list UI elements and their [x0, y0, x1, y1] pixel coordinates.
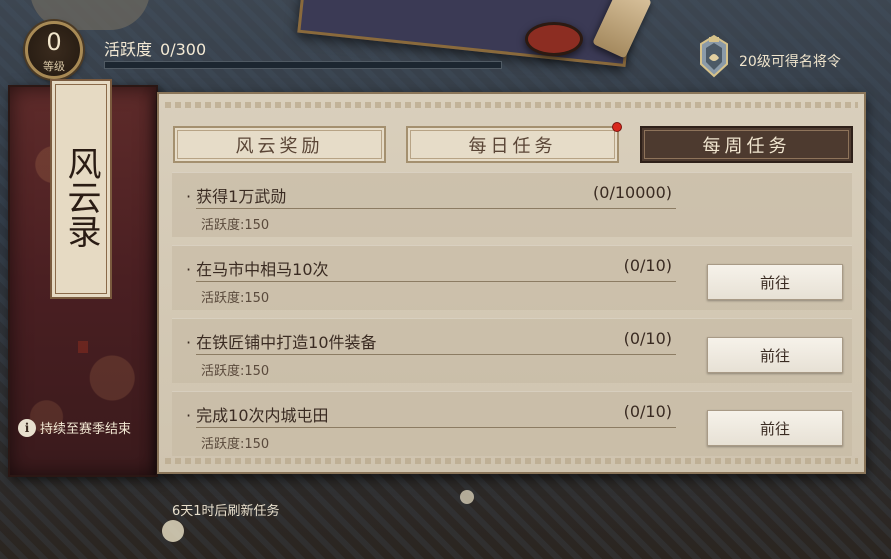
task-progress: (0/10000) [593, 183, 672, 202]
task-progress: (0/10) [623, 329, 672, 348]
season-info: i 持续至赛季结束 [18, 418, 131, 437]
tab-label: 风云奖励 [235, 135, 324, 157]
tab-daily-tasks[interactable]: 每日任务 [406, 122, 622, 163]
player-level-label: 等级 [43, 60, 65, 73]
notification-dot-icon [612, 122, 622, 132]
task-name: · 完成10次内城屯田 [186, 406, 329, 425]
go-button[interactable]: 前往 [707, 410, 843, 446]
task-divider [196, 427, 676, 428]
task-name: · 获得1万武勋 [186, 187, 287, 206]
activity-progress-bar [104, 61, 502, 69]
tab-label: 每周任务 [702, 135, 791, 157]
task-progress: (0/10) [623, 256, 672, 275]
refresh-timer: 6天1时后刷新任务 [172, 504, 280, 519]
task-row: · 在铁匠铺中打造10件装备 (0/10) 活跃度:150 前往 [172, 318, 852, 383]
general-badge-icon[interactable] [695, 34, 733, 78]
task-divider [196, 208, 676, 209]
go-button[interactable]: 前往 [707, 264, 843, 300]
task-reward: 活跃度:150 [201, 291, 270, 306]
task-reward: 活跃度:150 [201, 218, 270, 233]
task-progress: (0/10) [623, 402, 672, 421]
activity-value: 0/300 [160, 40, 207, 59]
scroll-title: 风云录 [61, 146, 101, 248]
season-info-text: 持续至赛季结束 [40, 422, 132, 437]
scroll-seal-icon [78, 341, 88, 353]
task-row: · 获得1万武勋 (0/10000) 活跃度:150 [172, 172, 852, 237]
info-icon[interactable]: i [18, 418, 36, 437]
go-button[interactable]: 前往 [707, 337, 843, 373]
background-ink-pad [525, 22, 583, 56]
tab-label: 每日任务 [468, 135, 557, 157]
task-name: · 在马市中相马10次 [186, 260, 329, 279]
tab-weekly-tasks[interactable]: 每周任务 [640, 126, 853, 163]
tab-fengyun-rewards[interactable]: 风云奖励 [173, 126, 386, 163]
decorative-flower [460, 490, 474, 504]
task-divider [196, 354, 676, 355]
activity-header: 活跃度 0/300 [104, 36, 206, 60]
player-level-number: 0 [46, 28, 62, 56]
task-divider [196, 281, 676, 282]
task-row: · 在马市中相马10次 (0/10) 活跃度:150 前往 [172, 245, 852, 310]
task-reward: 活跃度:150 [201, 364, 270, 379]
reward-hint-text: 20级可得名将令 [739, 54, 841, 70]
activity-label: 活跃度 [104, 40, 153, 59]
task-row: · 完成10次内城屯田 (0/10) 活跃度:150 前往 [172, 391, 852, 456]
scroll-title-card: 风云录 [50, 79, 112, 353]
decorative-flower [162, 520, 184, 542]
player-level-badge: 0 等级 [25, 21, 83, 79]
task-name: · 在铁匠铺中打造10件装备 [186, 333, 377, 352]
task-reward: 活跃度:150 [201, 437, 270, 452]
